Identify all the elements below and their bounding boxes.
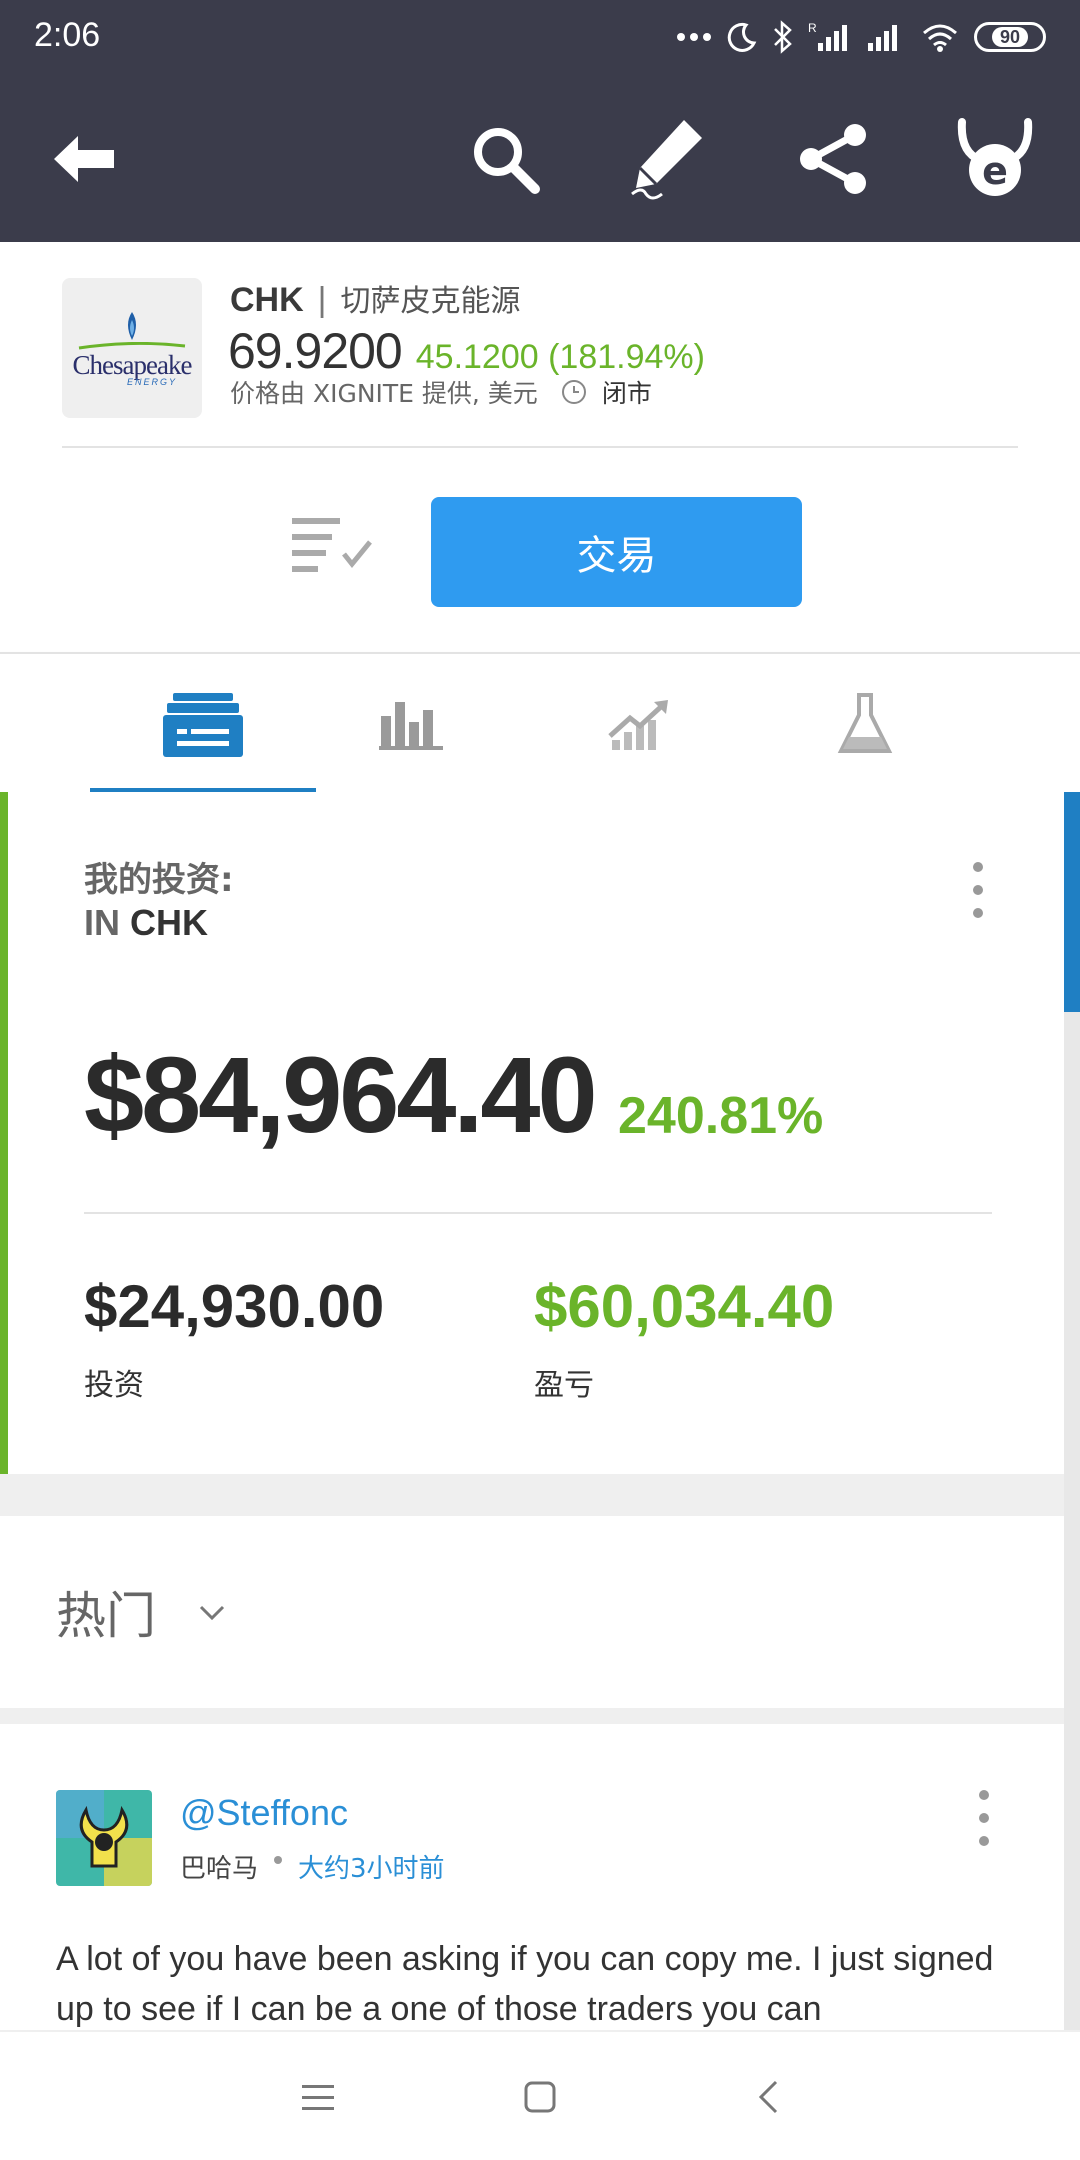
total-value: $84,964.40	[84, 1034, 598, 1155]
svg-text:e: e	[982, 149, 1008, 193]
battery-level: 90	[991, 27, 1029, 47]
scrollbar[interactable]	[1064, 792, 1080, 2030]
watchlist-check-icon	[292, 518, 372, 572]
ticker-symbol: CHK	[230, 281, 304, 319]
card-divider	[84, 1212, 992, 1214]
share-icon	[800, 124, 866, 194]
bluetooth-icon	[774, 20, 792, 54]
card-more-menu-icon[interactable]	[968, 862, 988, 918]
share-button[interactable]	[788, 114, 878, 204]
back-chevron-icon	[758, 2080, 778, 2114]
post-more-menu-icon[interactable]	[974, 1790, 994, 1846]
chevron-down-icon	[199, 1605, 225, 1621]
moon-icon	[727, 22, 757, 52]
watchlist-button[interactable]	[290, 514, 376, 578]
nav-menu-button[interactable]	[278, 2062, 358, 2132]
meta-bullet	[274, 1855, 283, 1864]
tab-chart[interactable]	[528, 654, 754, 794]
status-bar: 2:06 R 90	[0, 0, 1080, 74]
profit-loss-value: $60,034.40	[534, 1273, 835, 1340]
svg-text:R: R	[808, 21, 817, 35]
tab-research[interactable]	[752, 654, 978, 794]
total-percent: 240.81%	[618, 1087, 824, 1145]
avatar-image	[56, 1790, 152, 1886]
post-username[interactable]: @Steffonc	[180, 1792, 348, 1834]
avatar[interactable]	[56, 1790, 152, 1886]
nav-home-button[interactable]	[500, 2062, 580, 2132]
investment-title: 我的投资:	[84, 860, 234, 900]
price-source: 价格由 XIGNITE 提供, 美元	[230, 379, 538, 408]
search-button[interactable]	[460, 114, 550, 204]
feed-filter-label: 热门	[56, 1587, 156, 1645]
invested-value: $24,930.00	[84, 1273, 385, 1340]
logo-swoosh	[78, 341, 186, 349]
signal-r-icon: R	[808, 21, 847, 51]
home-square-icon	[524, 2081, 556, 2113]
post-timestamp[interactable]: 大约3小时前	[298, 1848, 445, 1885]
app-bar: e	[0, 74, 1080, 242]
trade-button[interactable]: 交易	[431, 497, 802, 607]
edit-pencil-icon	[631, 120, 702, 200]
etoro-home-button[interactable]: e	[950, 114, 1040, 204]
post-meta: 巴哈马 大约3小时前	[180, 1848, 445, 1885]
price-source-row: 价格由 XIGNITE 提供, 美元 闭市	[230, 374, 652, 410]
ticker-row: CHK | 切萨皮克能源	[230, 276, 521, 320]
flask-icon	[837, 693, 893, 753]
company-name: 切萨皮克能源	[340, 284, 521, 319]
section-gap	[0, 1708, 1064, 1724]
flame-logo-icon	[128, 311, 136, 340]
nav-back-button[interactable]	[728, 2062, 808, 2132]
tab-stats[interactable]	[298, 654, 524, 794]
instrument-tabs	[0, 652, 1080, 794]
battery-icon: 90	[974, 22, 1046, 52]
menu-lines-icon	[302, 2085, 334, 2110]
company-logo: Chesapeake ENERGY	[62, 278, 202, 418]
wifi-icon	[923, 24, 957, 52]
investment-subtitle: IN CHK	[84, 902, 208, 944]
signal-icon	[868, 25, 897, 51]
back-arrow-icon	[54, 136, 114, 182]
price-row: 69.9200 45.1200 (181.94%)	[228, 322, 705, 380]
instrument-header: Chesapeake ENERGY CHK | 切萨皮克能源 69.9200 45.1…	[0, 242, 1080, 652]
system-nav-bar	[0, 2030, 1080, 2160]
back-button[interactable]	[38, 114, 128, 204]
bar-chart-icon	[379, 702, 443, 750]
ticker-separator: |	[317, 281, 327, 319]
post-location: 巴哈马	[180, 1854, 259, 1884]
search-icon	[474, 128, 540, 194]
status-time: 2:06	[34, 16, 101, 54]
scrollbar-thumb[interactable]	[1064, 792, 1080, 1012]
more-dots-icon	[677, 33, 711, 41]
header-divider	[62, 446, 1018, 448]
in-prefix: IN	[84, 902, 120, 943]
tab-portfolio[interactable]	[90, 654, 316, 794]
portfolio-card-icon	[163, 693, 243, 757]
market-status: 闭市	[601, 379, 652, 408]
clock-icon	[561, 380, 586, 404]
etoro-logo-icon: e	[957, 118, 1033, 196]
section-gap	[0, 1474, 1064, 1516]
invested-label: 投资	[84, 1368, 144, 1403]
post-text[interactable]: A lot of you have been asking if you can…	[56, 1934, 1016, 2034]
my-investment-card: 我的投资: IN CHK $84,964.40 240.81% $24,930.…	[0, 792, 1064, 1474]
status-icons: R 90	[676, 14, 1046, 60]
profit-loss-label: 盈亏	[534, 1368, 594, 1403]
trend-chart-icon	[608, 700, 668, 750]
logo-subtext: ENERGY	[126, 376, 177, 387]
current-price: 69.9200	[228, 323, 403, 379]
feed-filter[interactable]: 热门	[0, 1516, 1064, 1708]
edit-button[interactable]	[620, 114, 710, 204]
in-ticker: CHK	[130, 902, 209, 943]
price-change: 45.1200 (181.94%)	[415, 338, 705, 376]
feed-post: @Steffonc 巴哈马 大约3小时前 A lot of you have b…	[0, 1724, 1064, 2030]
